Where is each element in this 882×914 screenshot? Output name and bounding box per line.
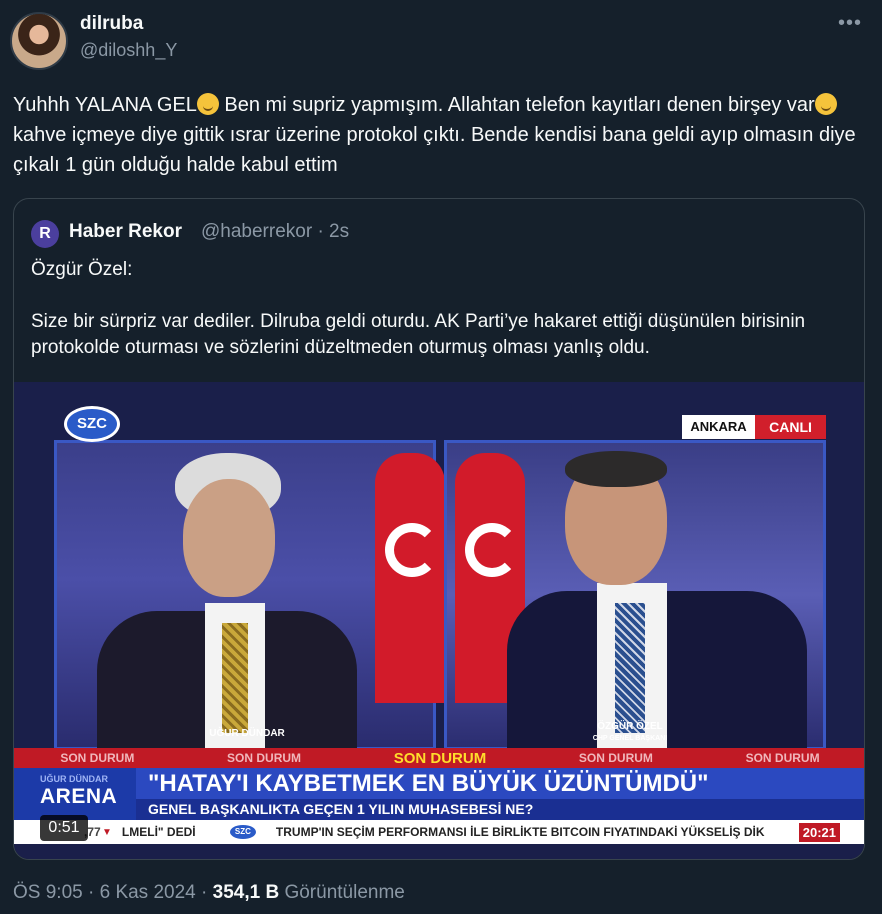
quote-text-line: Size bir sürpriz var dediler. Dilruba ge… bbox=[31, 311, 806, 358]
video-duration: 0:51 bbox=[40, 815, 88, 841]
son-durum-label: SON DURUM bbox=[393, 749, 487, 767]
tie-shape bbox=[222, 623, 248, 733]
ticker-text: LMELİ" DEDİ bbox=[121, 825, 196, 839]
profile-avatar[interactable] bbox=[10, 12, 68, 70]
video-frame-left: UĞUR DÜNDAR bbox=[54, 440, 445, 753]
tweet-text-part: Yuhhh YALANA GEL bbox=[13, 94, 197, 116]
tweet-footer: ÖS 9:05 · 6 Kas 2024 · 354,1 B Görüntüle… bbox=[13, 882, 405, 904]
tweet-text-part: kahve içmeye diye gittik ısrar üzerine p… bbox=[13, 124, 856, 176]
grin-emoji-icon bbox=[196, 93, 219, 115]
son-durum-label: SON DURUM bbox=[227, 751, 302, 765]
program-logo-big: ARENA bbox=[40, 785, 118, 808]
right-name-caption: ÖZGÜR ÖZEL bbox=[597, 721, 663, 732]
news-subhead: GENEL BAŞKANLIKTA GEÇEN 1 YILIN MUHASEBE… bbox=[136, 799, 864, 820]
tweet-text: Yuhhh YALANA GEL Ben mi supriz yapmışım.… bbox=[13, 90, 863, 180]
quote-text: Özgür Özel: Size bir sürpriz var dediler… bbox=[31, 257, 846, 387]
news-ticker: ,77 ▼ LMELİ" DEDİ SZC TRUMP'IN SEÇİM PER… bbox=[14, 820, 864, 844]
ticker-text: TRUMP'IN SEÇİM PERFORMANSI İLE BİRLİKTE … bbox=[275, 825, 765, 839]
ticker-logo: SZC bbox=[229, 825, 256, 839]
live-badge: CANLI bbox=[755, 415, 826, 439]
quote-avatar[interactable]: R bbox=[31, 220, 59, 248]
flag-shape bbox=[375, 453, 445, 703]
tie-shape bbox=[615, 603, 645, 733]
tweet-timestamp[interactable]: ÖS 9:05 · 6 Kas 2024 · bbox=[13, 882, 213, 903]
son-durum-label: SON DURUM bbox=[60, 751, 135, 765]
views-count: 354,1 B bbox=[212, 882, 280, 903]
son-durum-label: SON DURUM bbox=[745, 751, 820, 765]
quoted-tweet[interactable]: R Haber Rekor @haberrekor · 2s Özgür Öze… bbox=[13, 198, 865, 860]
hair-shape bbox=[565, 451, 667, 487]
left-name-caption: UĞUR DÜNDAR bbox=[209, 728, 285, 739]
ticker-clock: 20:21 bbox=[798, 822, 840, 842]
quote-display-name[interactable]: Haber Rekor bbox=[69, 221, 182, 243]
location-badge: ANKARA bbox=[682, 415, 755, 439]
channel-logo: SZC bbox=[64, 406, 120, 442]
views-label: Görüntülenme bbox=[279, 882, 405, 903]
right-title-caption: CHP GENEL BAŞKANI bbox=[592, 735, 668, 742]
more-dots-icon[interactable]: ••• bbox=[838, 12, 862, 35]
video-player[interactable]: UĞUR DÜNDAR ÖZGÜR ÖZEL CHP GENEL BAŞKANI… bbox=[14, 382, 864, 859]
relieved-emoji-icon bbox=[814, 93, 837, 115]
down-triangle-icon: ▼ bbox=[102, 826, 112, 838]
news-headline: "HATAY'I KAYBETMEK EN BÜYÜK ÜZÜNTÜMDÜ" bbox=[136, 768, 864, 799]
program-logo-small: UĞUR DÜNDAR bbox=[40, 774, 108, 784]
quote-meta: @haberrekor · 2s bbox=[201, 221, 350, 242]
quote-text-line: Özgür Özel: bbox=[31, 259, 133, 280]
user-handle[interactable]: @diloshh_Y bbox=[80, 40, 177, 61]
program-logo: UĞUR DÜNDAR ARENA bbox=[14, 768, 136, 820]
display-name[interactable]: dilruba bbox=[80, 13, 143, 35]
tweet-text-part: Ben mi supriz yapmışım. Allahtan telefon… bbox=[218, 94, 815, 116]
son-durum-bar: SON DURUM SON DURUM SON DURUM SON DURUM … bbox=[14, 748, 864, 768]
son-durum-label: SON DURUM bbox=[578, 751, 653, 765]
face-shape bbox=[183, 479, 275, 597]
video-frame-right: ÖZGÜR ÖZEL CHP GENEL BAŞKANI bbox=[444, 440, 826, 753]
